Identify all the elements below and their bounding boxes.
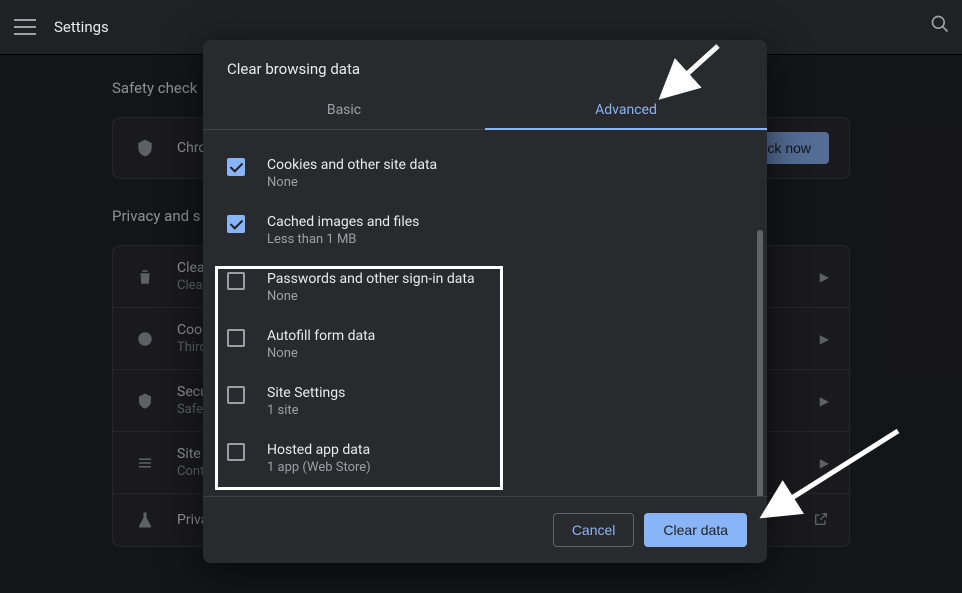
option-label: Site Settings xyxy=(267,385,345,401)
option-label: Cached images and files xyxy=(267,214,419,230)
option-desc: None xyxy=(267,346,375,361)
checkbox[interactable] xyxy=(227,329,245,347)
tab-basic[interactable]: Basic xyxy=(203,90,485,129)
clear-browsing-dialog: Clear browsing data Basic Advanced Downl… xyxy=(203,40,767,563)
option-cookies[interactable]: Cookies and other site data None xyxy=(227,145,743,202)
option-autofill[interactable]: Autofill form data None xyxy=(227,316,743,373)
options-list: Download history None Cookies and other … xyxy=(203,130,767,496)
checkbox[interactable] xyxy=(227,386,245,404)
dialog-tabs: Basic Advanced xyxy=(203,90,767,130)
option-desc: Less than 1 MB xyxy=(267,232,419,247)
checkbox[interactable] xyxy=(227,158,245,176)
option-desc: 1 site xyxy=(267,403,345,418)
option-desc: None xyxy=(267,289,475,304)
checkbox[interactable] xyxy=(227,443,245,461)
option-label: Autofill form data xyxy=(267,328,375,344)
option-site-settings[interactable]: Site Settings 1 site xyxy=(227,373,743,430)
cancel-button[interactable]: Cancel xyxy=(553,513,635,547)
dialog-title: Clear browsing data xyxy=(203,40,767,90)
search-icon[interactable] xyxy=(930,14,950,34)
option-label: Cookies and other site data xyxy=(267,157,437,173)
option-label: Hosted app data xyxy=(267,442,371,458)
clear-data-button[interactable]: Clear data xyxy=(644,513,747,547)
menu-icon[interactable] xyxy=(14,19,36,35)
checkbox[interactable] xyxy=(227,215,245,233)
option-desc: 1 app (Web Store) xyxy=(267,460,371,475)
tab-advanced[interactable]: Advanced xyxy=(485,90,767,129)
dialog-body: Download history None Cookies and other … xyxy=(203,130,767,496)
dialog-footer: Cancel Clear data xyxy=(203,496,767,563)
option-passwords[interactable]: Passwords and other sign-in data None xyxy=(227,259,743,316)
scrollbar[interactable] xyxy=(757,230,763,496)
option-label: Passwords and other sign-in data xyxy=(267,271,475,287)
option-cached[interactable]: Cached images and files Less than 1 MB xyxy=(227,202,743,259)
page-title: Settings xyxy=(54,18,109,36)
option-download-history[interactable]: Download history None xyxy=(227,130,743,145)
checkbox[interactable] xyxy=(227,272,245,290)
option-desc: None xyxy=(267,130,375,133)
option-hosted-app[interactable]: Hosted app data 1 app (Web Store) xyxy=(227,430,743,487)
option-desc: None xyxy=(267,175,437,190)
